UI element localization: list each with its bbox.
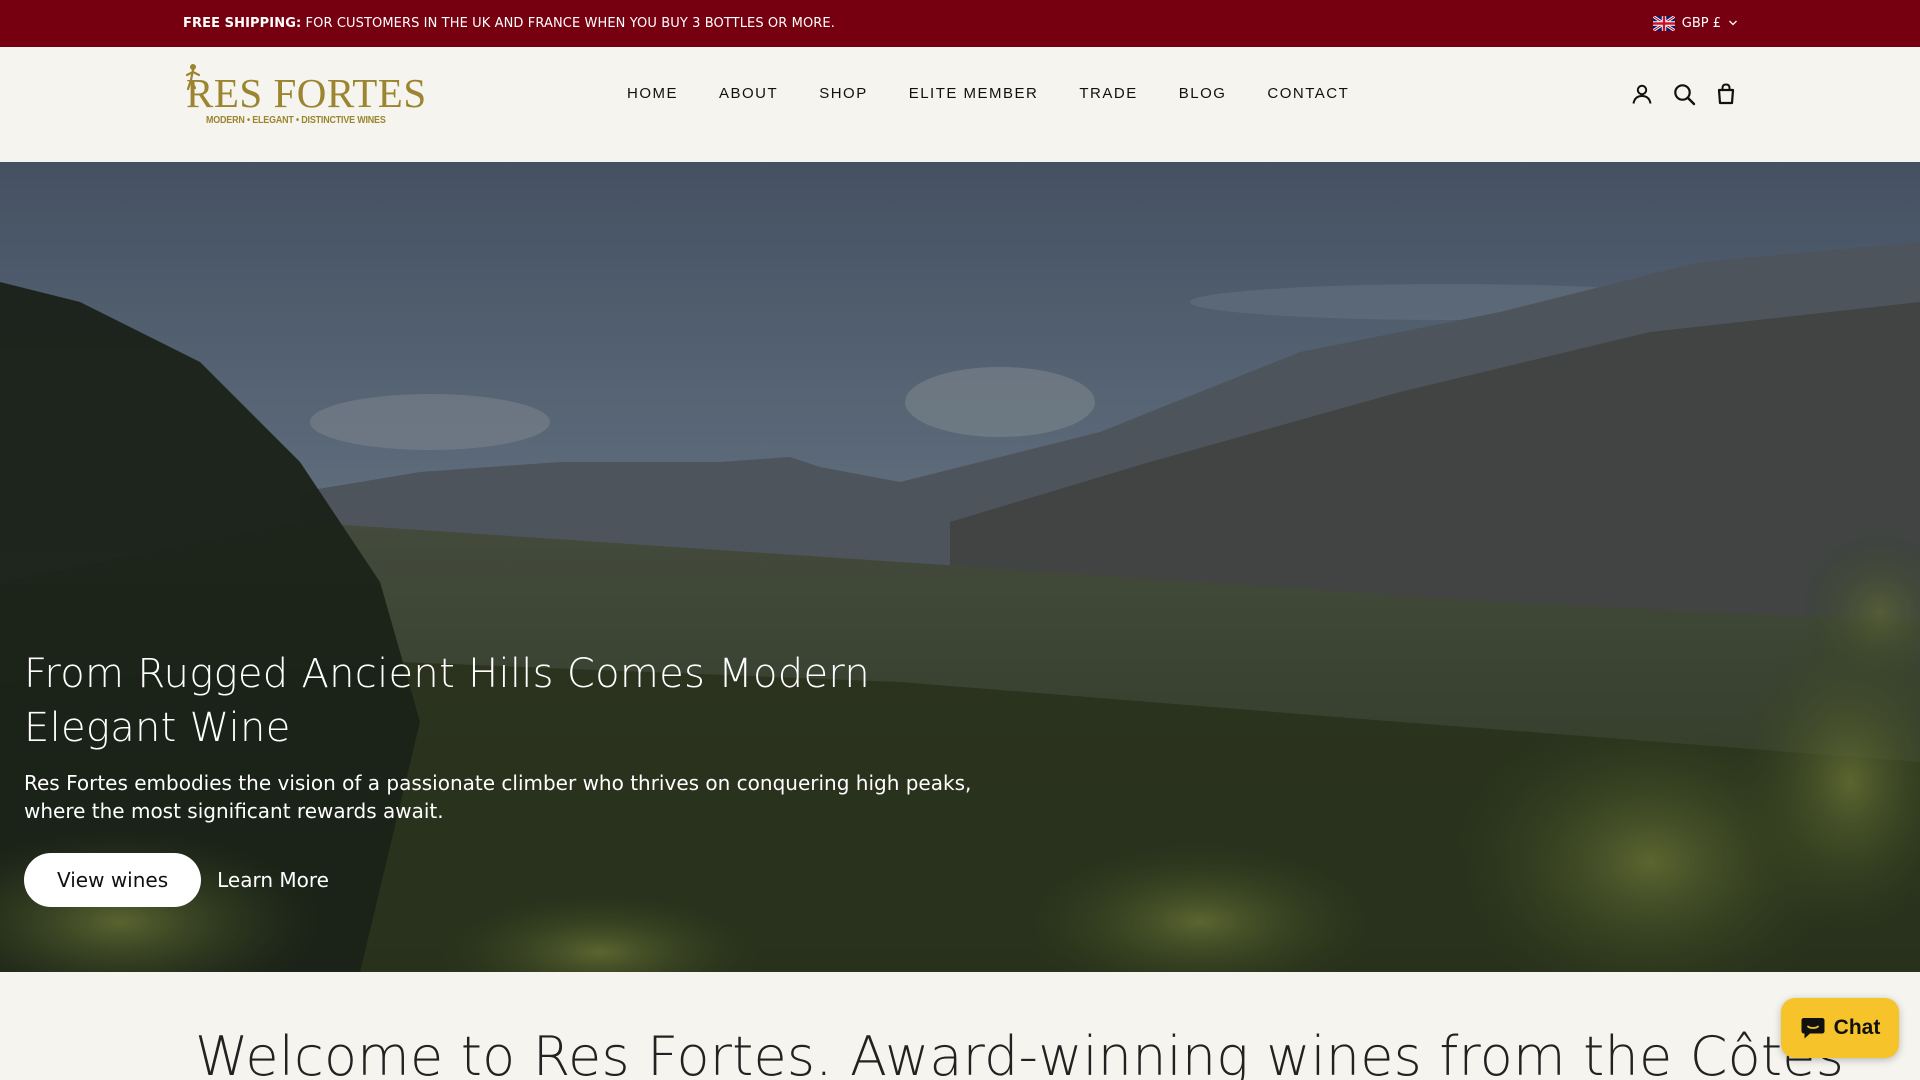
- nav-item-contact[interactable]: CONTACT: [1267, 85, 1349, 102]
- hero-title: From Rugged Ancient Hills Comes Modern E…: [24, 651, 871, 751]
- main-nav: HOME ABOUT SHOP ELITE MEMBER TRADE BLOG …: [627, 85, 1390, 102]
- logo-wordmark: RES FORTES: [186, 70, 427, 116]
- search-icon[interactable]: [1672, 82, 1696, 106]
- nav-item-shop[interactable]: SHOP: [819, 85, 868, 102]
- announcement-label: FREE SHIPPING:: [183, 16, 302, 31]
- currency-value: GBP £: [1681, 15, 1721, 31]
- chat-bubble-icon: [1801, 1018, 1825, 1039]
- announcement-message: FREE SHIPPING: FOR CUSTOMERS IN THE UK A…: [183, 0, 835, 47]
- hero-banner: From Rugged Ancient Hills Comes Modern E…: [0, 162, 1920, 972]
- view-wines-button[interactable]: View wines: [24, 853, 202, 907]
- nav-item-elite-member[interactable]: ELITE MEMBER: [909, 85, 1039, 102]
- account-icon[interactable]: [1630, 82, 1654, 106]
- welcome-heading: Welcome to Res Fortes. Award-winning win…: [195, 1025, 1845, 1080]
- site-header: RES FORTES MODERN • ELEGANT • DISTINCTIV…: [0, 47, 1920, 162]
- uk-flag-icon: [1652, 15, 1675, 31]
- chevron-down-icon: [1729, 20, 1737, 26]
- nav-item-home[interactable]: HOME: [627, 85, 678, 102]
- nav-item-blog[interactable]: BLOG: [1179, 85, 1227, 102]
- logo-tagline: MODERN • ELEGANT • DISTINCTIVE WINES: [206, 114, 386, 126]
- chat-label: Chat: [1833, 1016, 1881, 1039]
- logo[interactable]: RES FORTES MODERN • ELEGANT • DISTINCTIV…: [182, 61, 426, 131]
- announcement-text: FOR CUSTOMERS IN THE UK AND FRANCE WHEN …: [301, 16, 835, 31]
- announcement-bar: FREE SHIPPING: FOR CUSTOMERS IN THE UK A…: [0, 0, 1920, 47]
- hero-subtitle: Res Fortes embodies the vision of a pass…: [24, 771, 972, 823]
- cart-icon[interactable]: [1714, 82, 1738, 106]
- hero-cta-group: View wines Learn More: [24, 853, 1004, 907]
- nav-item-about[interactable]: ABOUT: [719, 85, 778, 102]
- currency-selector[interactable]: GBP £: [1652, 13, 1738, 33]
- learn-more-link[interactable]: Learn More: [217, 868, 329, 892]
- hero-content: From Rugged Ancient Hills Comes Modern E…: [24, 647, 1004, 907]
- chat-button[interactable]: Chat: [1781, 998, 1899, 1058]
- nav-item-trade[interactable]: TRADE: [1079, 85, 1137, 102]
- header-icons: [1630, 82, 1738, 106]
